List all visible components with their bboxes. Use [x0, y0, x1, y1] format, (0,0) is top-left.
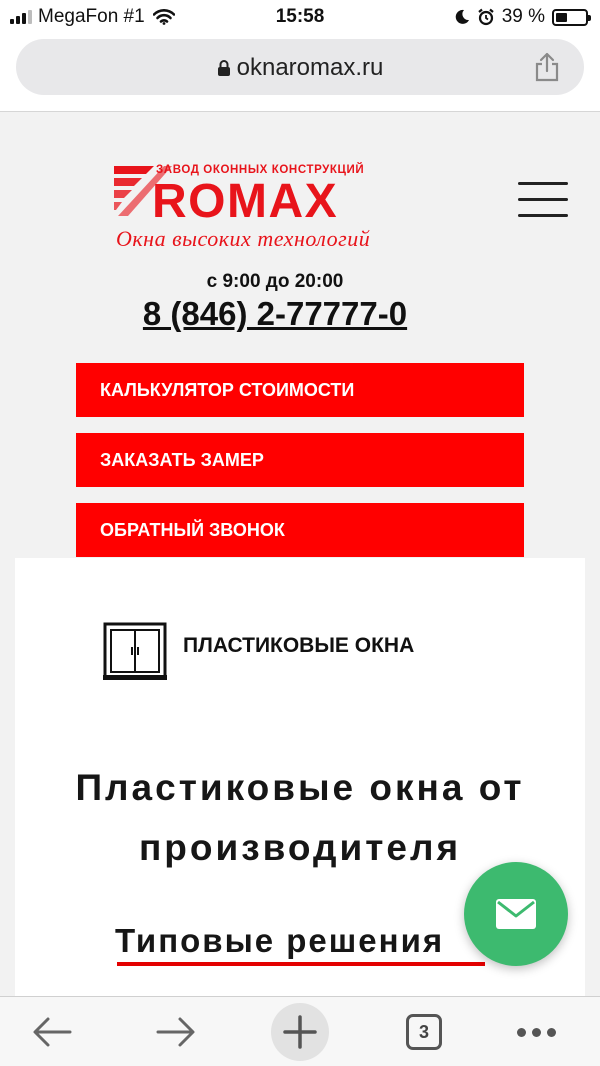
message-fab-button[interactable] [464, 862, 568, 966]
url-text: oknaromax.ru [236, 54, 384, 81]
order-measure-button[interactable]: ЗАКАЗАТЬ ЗАМЕР [76, 433, 524, 487]
more-menu-button[interactable] [506, 997, 566, 1066]
arrow-left-icon [33, 1017, 72, 1047]
page-title: Пластиковые окна от производителя [15, 758, 585, 878]
calculator-button[interactable]: КАЛЬКУЛЯТОР СТОИМОСТИ [76, 363, 524, 417]
tabs-count: 3 [406, 1014, 442, 1050]
section-heading-underline [117, 962, 485, 966]
hamburger-menu-icon[interactable] [518, 182, 568, 218]
address-bar[interactable]: oknaromax.ru [16, 39, 584, 95]
browser-address-area: oknaromax.ru [0, 34, 600, 112]
new-tab-button[interactable] [270, 997, 330, 1066]
more-dots-icon [516, 1027, 556, 1037]
working-hours: с 9:00 до 20:00 [206, 271, 344, 292]
share-icon[interactable] [534, 52, 560, 82]
phone-link[interactable]: 8 (846) 2-77777-0 [0, 295, 550, 333]
browser-toolbar: 3 [0, 996, 600, 1066]
battery-percent: 39 % [501, 6, 545, 27]
status-right: 39 % [454, 6, 591, 28]
page-title-line-1: Пластиковые окна от [75, 767, 525, 808]
envelope-icon [496, 899, 536, 929]
arrow-right-icon [156, 1017, 195, 1047]
plus-icon [283, 1015, 317, 1049]
status-bar: MegaFon #1 15:58 39 % [0, 0, 600, 34]
tabs-button[interactable]: 3 [394, 997, 454, 1066]
category-label: ПЛАСТИКОВЫЕ ОКНА [183, 634, 415, 657]
forward-button[interactable] [146, 997, 206, 1066]
romax-logo[interactable]: ЗАВОД ОКОННЫХ КОНСТРУКЦИЙ ROMAX Окна выс… [112, 160, 438, 256]
category-plastic-windows[interactable]: ПЛАСТИКОВЫЕ ОКНА [103, 622, 414, 680]
back-button[interactable] [22, 997, 82, 1066]
do-not-disturb-moon-icon [455, 9, 469, 24]
lock-icon [217, 60, 230, 76]
logo-slogan: Окна высоких технологий [116, 226, 370, 251]
section-heading: Типовые решения [115, 922, 445, 959]
window-icon [103, 622, 167, 680]
callback-button[interactable]: ОБРАТНЫЙ ЗВОНОК [76, 503, 524, 557]
logo-brand: ROMAX [152, 175, 338, 228]
battery-icon [552, 8, 591, 26]
alarm-icon [477, 8, 494, 26]
